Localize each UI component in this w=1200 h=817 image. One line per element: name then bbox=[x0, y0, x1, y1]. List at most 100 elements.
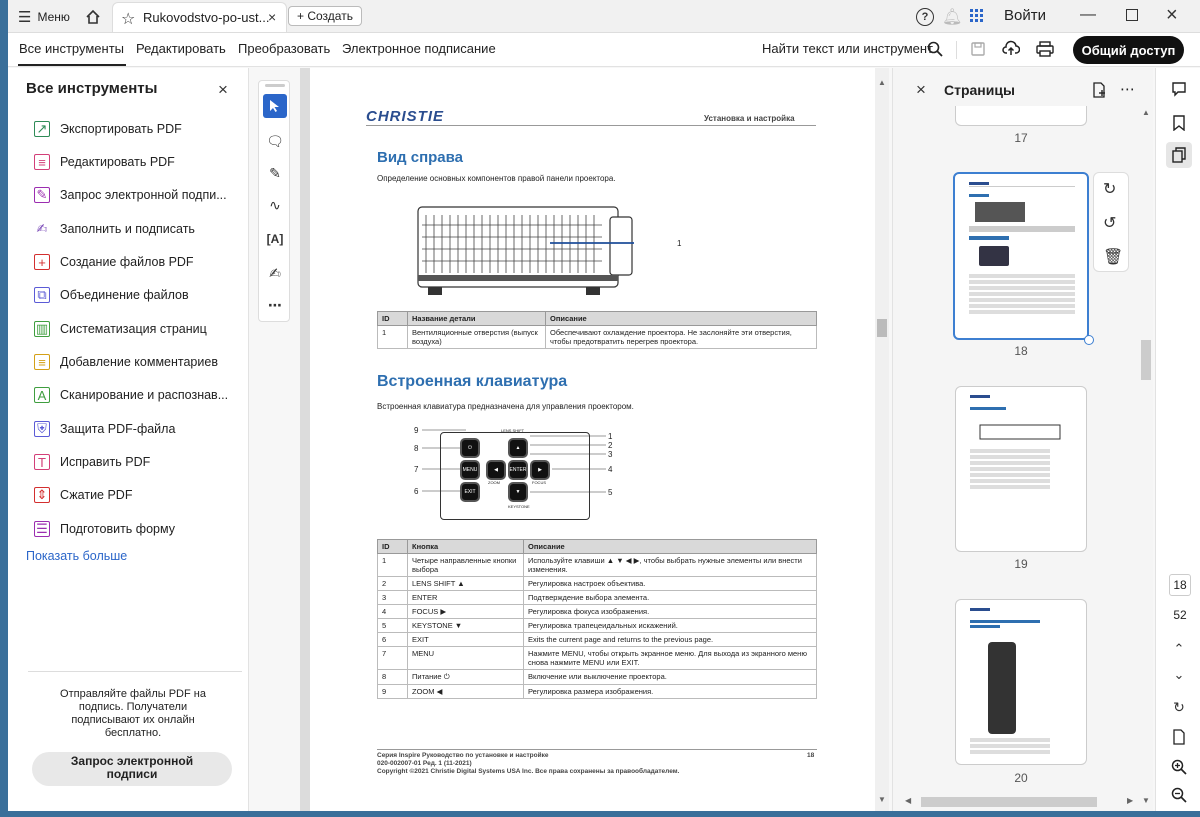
text-box-icon[interactable]: [A] bbox=[263, 227, 287, 251]
close-panel-icon[interactable]: × bbox=[218, 80, 228, 100]
scroll-thumb[interactable] bbox=[877, 319, 887, 337]
document-tab[interactable]: ☆ Rukovodstvo-po-ust... × bbox=[112, 2, 287, 32]
tool-export-pdf[interactable]: ↗ Экспортировать PDF bbox=[34, 119, 182, 139]
scroll-up-icon[interactable]: ▲ bbox=[1142, 108, 1150, 117]
scroll-up-icon[interactable]: ▲ bbox=[878, 78, 886, 87]
combine-icon: ⧉ bbox=[34, 287, 50, 303]
tool-create-pdf[interactable]: + Создание файлов PDF bbox=[34, 252, 194, 272]
tool-redact-pdf[interactable]: T Исправить PDF bbox=[34, 452, 150, 472]
scroll-left-icon[interactable]: ◀ bbox=[905, 796, 911, 805]
next-page-icon[interactable]: ⌄ bbox=[1166, 662, 1192, 688]
save-icon[interactable] bbox=[970, 41, 986, 62]
show-more-link[interactable]: Показать больше bbox=[26, 549, 127, 563]
tool-request-signature[interactable]: ✎ Запрос электронной подпи... bbox=[34, 185, 227, 205]
bell-icon[interactable]: 🔔︎ bbox=[942, 7, 962, 27]
panel-resize-handle[interactable] bbox=[899, 95, 902, 98]
organize-icon: ▥ bbox=[34, 321, 50, 337]
scroll-thumb[interactable] bbox=[921, 797, 1097, 807]
previous-page-icon[interactable]: ⌃ bbox=[1166, 636, 1192, 662]
active-tab-underline bbox=[18, 64, 126, 66]
comments-icon[interactable] bbox=[1166, 76, 1192, 102]
search-icon[interactable] bbox=[927, 41, 943, 62]
share-button[interactable]: Общий доступ bbox=[1073, 36, 1184, 64]
tool-combine-files[interactable]: ⧉ Объединение файлов bbox=[34, 285, 189, 305]
section-intro: Встроенная клавиатура предназначена для … bbox=[377, 402, 634, 411]
divider bbox=[956, 41, 957, 59]
tool-prepare-form[interactable]: ☰ Подготовить форму bbox=[34, 519, 175, 539]
section-intro: Определение основных компонентов правой … bbox=[377, 174, 616, 183]
sign-in-button[interactable]: Войти bbox=[1004, 7, 1046, 24]
tab-e-sign[interactable]: Электронное подписание bbox=[342, 41, 496, 56]
rotate-clockwise-icon[interactable]: ↻ bbox=[1103, 179, 1116, 199]
footer-copyright: Copyright ©2021 Christie Digital Systems… bbox=[377, 768, 680, 775]
tool-compress-pdf[interactable]: ⇕ Сжатие PDF bbox=[34, 485, 132, 505]
tool-add-comments[interactable]: ≡ Добавление комментариев bbox=[34, 352, 218, 372]
pages-scrollbar[interactable]: ▲ ▼ bbox=[1140, 108, 1152, 808]
rotate-counterclockwise-icon[interactable]: ↺ bbox=[1103, 213, 1116, 233]
page-thumb-19[interactable] bbox=[955, 386, 1087, 552]
close-window-icon[interactable]: × bbox=[1166, 4, 1178, 27]
sign-icon[interactable]: ✍ bbox=[263, 261, 287, 285]
tool-edit-pdf[interactable]: ≡ Редактировать PDF bbox=[34, 152, 175, 172]
more-options-icon[interactable]: ⋯ bbox=[1120, 80, 1135, 98]
fit-page-icon[interactable] bbox=[1166, 724, 1192, 750]
thumb-resize-handle[interactable] bbox=[1084, 335, 1094, 345]
callout-1: 1 bbox=[677, 239, 682, 248]
document-viewer[interactable]: CHRISTIE Установка и настройка Вид справ… bbox=[300, 68, 889, 811]
tool-organize-pages[interactable]: ▥ Систематизация страниц bbox=[34, 319, 207, 339]
add-comment-icon[interactable]: 🗨︎ bbox=[263, 129, 287, 153]
tab-edit[interactable]: Редактировать bbox=[136, 41, 226, 56]
page-thumb-18-selected[interactable] bbox=[953, 172, 1089, 340]
find-tool-label[interactable]: Найти текст или инструмент bbox=[762, 41, 933, 56]
tab-convert[interactable]: Преобразовать bbox=[238, 41, 330, 56]
scroll-down-icon[interactable]: ▼ bbox=[878, 795, 886, 804]
thumb-actions: ↻ ↺ 🗑︎ bbox=[1093, 172, 1129, 272]
close-pages-panel-icon[interactable]: × bbox=[916, 80, 926, 100]
print-icon[interactable] bbox=[1036, 41, 1054, 62]
table-row: 5 KEYSTONE ▼ Регулировка трапецеидальных и… bbox=[377, 618, 817, 633]
tab-all-tools[interactable]: Все инструменты bbox=[19, 41, 124, 56]
pages-panel-icon[interactable] bbox=[1166, 142, 1192, 168]
minimize-icon[interactable]: — bbox=[1080, 6, 1096, 24]
table-header: Название детали bbox=[407, 311, 546, 326]
maximize-icon[interactable] bbox=[1126, 9, 1138, 21]
document-scrollbar[interactable]: ▲ ▼ bbox=[875, 68, 889, 811]
pages-panel: × Страницы ⋯ 17 18 ↻ ↺ 🗑︎ 19 20 ▲ ▼ ◀ ▶ bbox=[892, 68, 1153, 811]
scroll-thumb[interactable] bbox=[1141, 340, 1151, 380]
scroll-down-icon[interactable]: ▼ bbox=[1142, 796, 1150, 805]
footer-doc-id: 020-002007-01 Ред. 1 (11-2021) bbox=[377, 760, 472, 767]
page-thumb-17[interactable] bbox=[955, 106, 1087, 126]
create-button[interactable]: + Создать bbox=[288, 6, 362, 26]
delete-page-icon[interactable]: 🗑︎ bbox=[1103, 247, 1123, 267]
upload-cloud-icon[interactable] bbox=[1002, 40, 1021, 63]
menu-button[interactable]: ☰ Меню bbox=[18, 8, 70, 26]
star-icon[interactable]: ☆ bbox=[121, 9, 135, 29]
tool-scan-ocr[interactable]: A Сканирование и распознав... bbox=[34, 385, 228, 405]
protect-icon: ⛨ bbox=[34, 421, 50, 437]
bookmarks-icon[interactable] bbox=[1166, 110, 1192, 136]
zoom-out-icon[interactable] bbox=[1166, 782, 1192, 808]
insert-page-icon[interactable] bbox=[1091, 82, 1107, 103]
tool-protect-pdf[interactable]: ⛨ Защита PDF-файла bbox=[34, 419, 175, 439]
select-cursor-icon[interactable] bbox=[263, 94, 287, 118]
draw-icon[interactable]: ∿ bbox=[263, 193, 287, 217]
section-title-right-view: Вид справа bbox=[377, 149, 464, 166]
page-number-label: 20 bbox=[1014, 771, 1028, 785]
close-tab-icon[interactable]: × bbox=[268, 9, 276, 25]
scroll-right-icon[interactable]: ▶ bbox=[1127, 796, 1133, 805]
more-tools-icon[interactable]: ⋯ bbox=[263, 293, 287, 317]
panel-title: Все инструменты bbox=[26, 80, 158, 97]
page-thumb-20[interactable] bbox=[955, 599, 1087, 765]
request-signature-button[interactable]: Запрос электронной подписи bbox=[32, 752, 232, 786]
current-page-input[interactable]: 18 bbox=[1169, 574, 1191, 596]
highlight-icon[interactable]: ✎ bbox=[263, 161, 287, 185]
help-icon[interactable]: ? bbox=[916, 8, 934, 26]
zoom-in-icon[interactable] bbox=[1166, 754, 1192, 780]
drag-handle[interactable] bbox=[265, 84, 285, 87]
pages-hscrollbar[interactable]: ◀ ▶ bbox=[905, 796, 1137, 808]
refresh-icon[interactable]: ↻ bbox=[1166, 694, 1192, 720]
apps-grid-icon[interactable] bbox=[970, 9, 984, 23]
menu-bar: Все инструменты Редактировать Преобразов… bbox=[8, 33, 1200, 67]
home-icon[interactable] bbox=[82, 6, 104, 28]
tool-fill-sign[interactable]: ✍ Заполнить и подписать bbox=[34, 219, 195, 239]
